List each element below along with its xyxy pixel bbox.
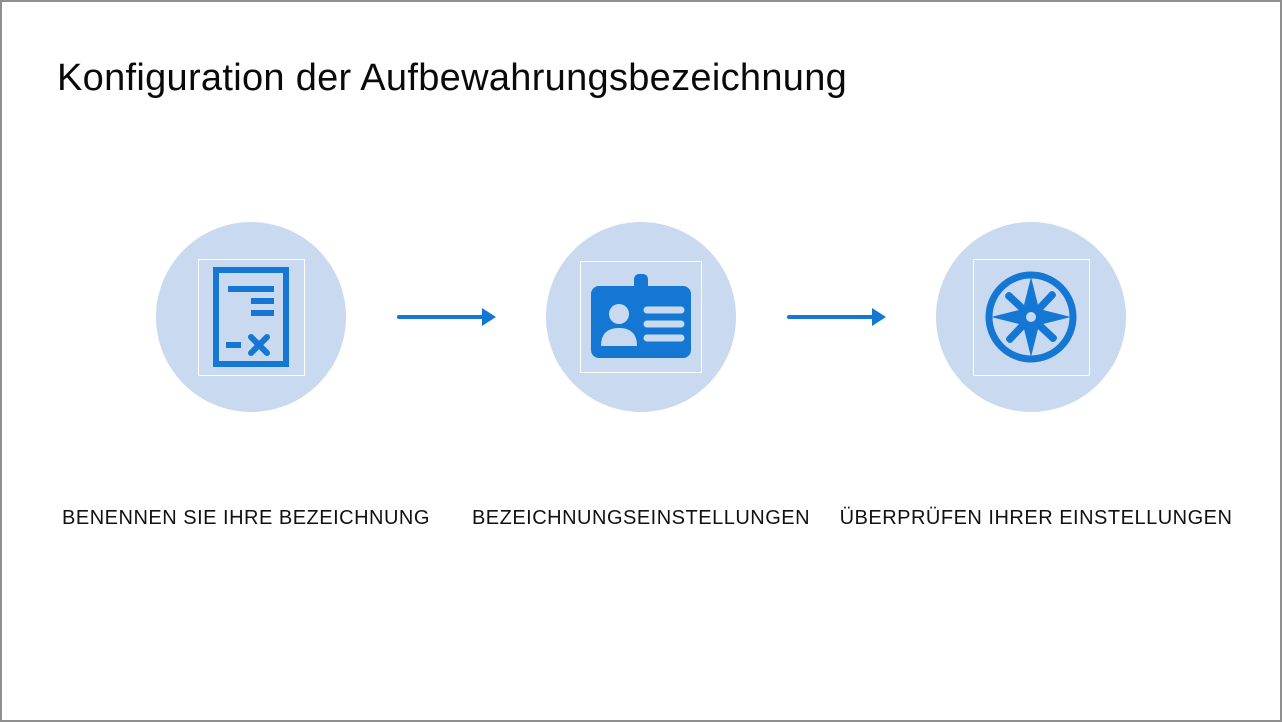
- document-contract-icon: [198, 259, 305, 376]
- arrow-icon: [396, 297, 496, 337]
- step-circle: [936, 222, 1126, 412]
- step-circle: [546, 222, 736, 412]
- step-3: [926, 222, 1136, 412]
- label-row: BENENNEN SIE IHRE BEZEICHNUNG BEZEICHNUN…: [2, 507, 1280, 530]
- step-label: ÜBERPRÜFEN IHRER EINSTELLUNGEN: [839, 507, 1234, 530]
- page-title: Konfiguration der Aufbewahrungsbezeichnu…: [57, 57, 1207, 100]
- step-label: BENENNEN SIE IHRE BEZEICHNUNG: [49, 507, 444, 530]
- id-badge-icon: [580, 261, 702, 373]
- arrow-icon: [786, 297, 886, 337]
- step-circle: [156, 222, 346, 412]
- step-row: [2, 202, 1280, 432]
- step-label: BEZEICHNUNGSEINSTELLUNGEN: [444, 507, 839, 530]
- step-2: [536, 222, 746, 412]
- compass-icon: [973, 259, 1090, 376]
- step-1: [146, 222, 356, 412]
- slide: Konfiguration der Aufbewahrungsbezeichnu…: [0, 0, 1282, 722]
